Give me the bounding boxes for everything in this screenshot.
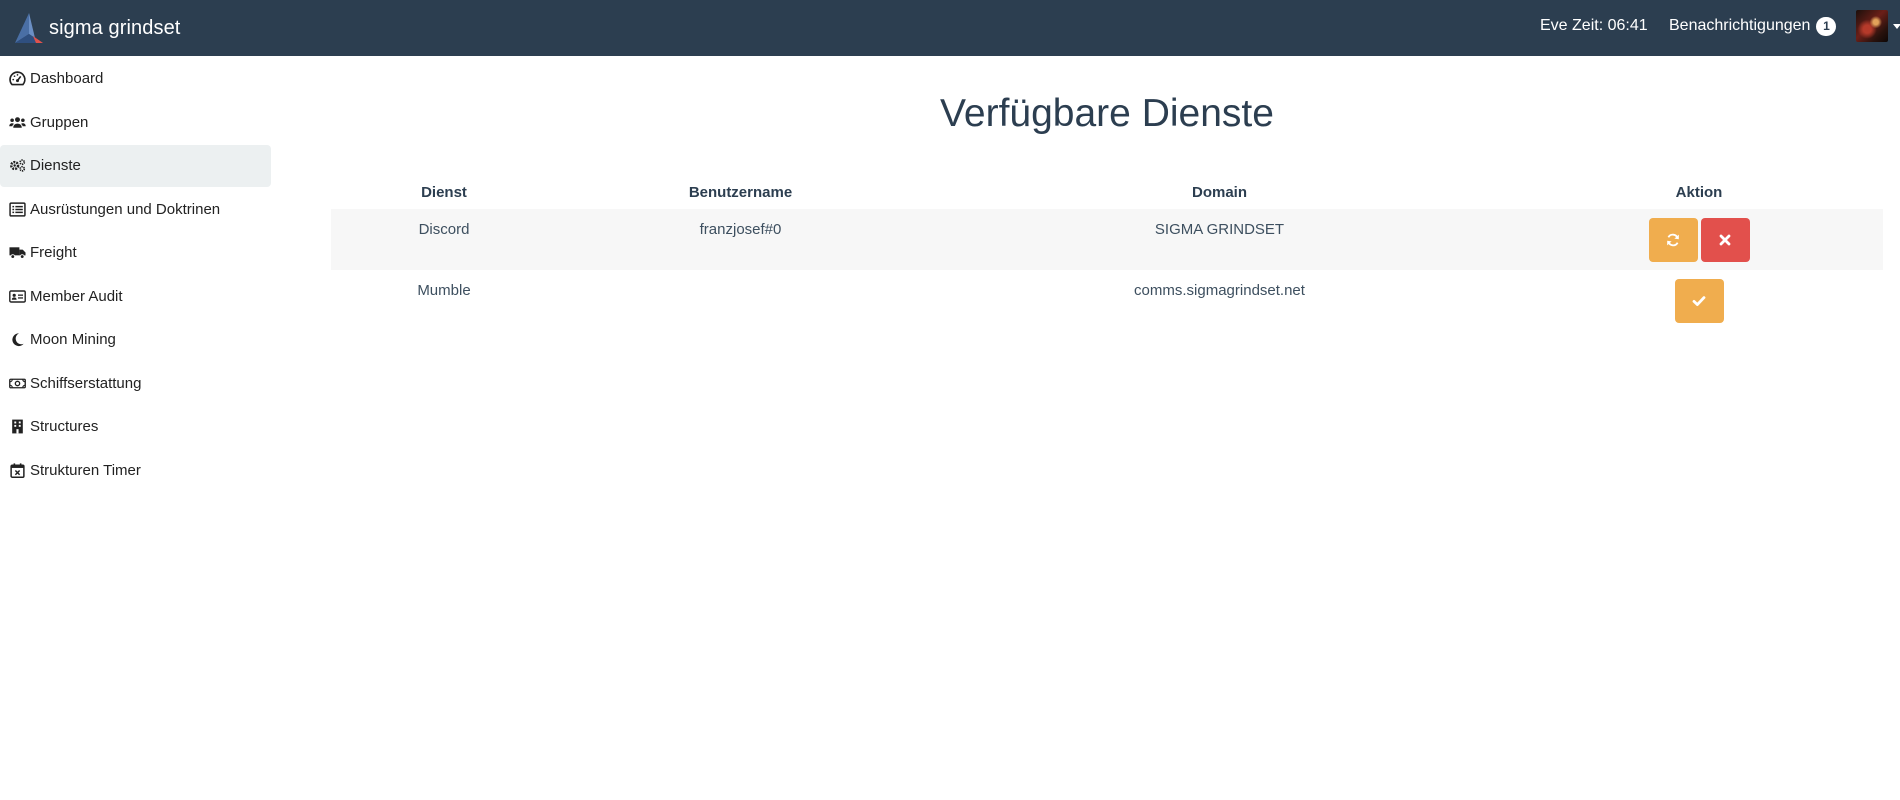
- sidebar-item-label: Ausrüstungen und Doktrinen: [30, 200, 221, 218]
- building-icon: [9, 419, 27, 435]
- brand-name: sigma grindset: [49, 16, 181, 39]
- sidebar-item-member-audit[interactable]: Member Audit: [0, 275, 271, 317]
- service-domain: SIGMA GRINDSET: [924, 209, 1515, 270]
- column-header-dienst: Dienst: [421, 183, 467, 201]
- sidebar-item-schiffserstattung[interactable]: Schiffserstattung: [0, 362, 271, 404]
- sidebar-item-freight[interactable]: Freight: [0, 232, 271, 274]
- column-header-domain: Domain: [1191, 183, 1247, 201]
- top-navbar: sigma grindset Eve Zeit: 06:41 Benachric…: [0, 0, 1900, 56]
- sidebar-item-label: Structures: [30, 418, 99, 435]
- sigma-logo-icon: [15, 13, 43, 43]
- refresh-discord-button[interactable]: [1648, 218, 1698, 262]
- table-row-mumble: Mumble comms.sigmagrindset.net: [331, 270, 1883, 331]
- money-bill-icon: [9, 375, 27, 391]
- sidebar-item-structures[interactable]: Structures: [0, 406, 271, 448]
- sidebar-item-label: Schiffserstattung: [30, 374, 142, 392]
- sidebar-item-dienste[interactable]: Dienste: [0, 144, 271, 187]
- notifications-link[interactable]: Benachrichtigungen 1: [1669, 16, 1837, 36]
- calendar-times-icon: [9, 462, 27, 478]
- truck-icon: [9, 245, 27, 261]
- column-header-aktion: Aktion: [1675, 183, 1723, 201]
- user-menu-dropdown[interactable]: [1856, 10, 1900, 42]
- sidebar-item-label: Dienste: [30, 157, 81, 174]
- sidebar-item-label: Gruppen: [30, 113, 89, 131]
- sidebar-item-strukturen-timer[interactable]: Strukturen Timer: [0, 449, 271, 491]
- tachometer-icon: [9, 71, 27, 87]
- eve-time: Eve Zeit: 06:41: [1540, 17, 1648, 34]
- table-header-row: Dienst Benutzername Domain Aktion: [331, 175, 1883, 209]
- list-icon: [9, 201, 27, 217]
- activate-mumble-button[interactable]: [1674, 279, 1724, 323]
- times-icon: [1719, 234, 1731, 246]
- sidebar-item-label: Member Audit: [30, 287, 123, 305]
- service-username: [557, 270, 924, 331]
- check-icon: [1692, 296, 1706, 306]
- cogs-icon: [9, 158, 27, 174]
- action-cell: [1515, 209, 1883, 270]
- notifications-badge: 1: [1816, 16, 1837, 36]
- sidebar-item-ausruestungen[interactable]: Ausrüstungen und Doktrinen: [0, 188, 271, 230]
- caret-down-icon: [1893, 24, 1900, 29]
- avatar: [1856, 10, 1888, 42]
- services-table: Dienst Benutzername Domain Aktion Discor…: [331, 175, 1883, 331]
- sidebar-item-dashboard[interactable]: Dashboard: [0, 58, 271, 100]
- table-row-discord: Discord franzjosef#0 SIGMA GRINDSET: [331, 209, 1883, 270]
- brand-link[interactable]: sigma grindset: [14, 12, 180, 44]
- refresh-icon: [1667, 233, 1679, 247]
- sidebar-item-label: Freight: [30, 244, 77, 261]
- notifications-label: Benachrichtigungen: [1669, 17, 1811, 34]
- id-card-icon: [9, 288, 27, 304]
- sidebar-item-label: Moon Mining: [30, 331, 116, 348]
- service-name: Mumble: [417, 282, 471, 299]
- moon-icon: [9, 332, 27, 348]
- sidebar-item-moon-mining[interactable]: Moon Mining: [0, 319, 271, 361]
- page-title: Verfügbare Dienste: [940, 92, 1274, 135]
- users-icon: [9, 114, 27, 130]
- sidebar-item-gruppen[interactable]: Gruppen: [0, 101, 271, 143]
- sidebar: Dashboard Gruppen Dienste Ausrüstungen u…: [0, 56, 280, 491]
- service-username: franzjosef#0: [557, 209, 924, 270]
- remove-discord-button[interactable]: [1700, 218, 1750, 262]
- sidebar-item-label: Dashboard: [30, 70, 104, 87]
- sidebar-item-label: Strukturen Timer: [30, 461, 141, 479]
- column-header-benutzername: Benutzername: [688, 183, 793, 201]
- action-cell: [1515, 270, 1883, 331]
- service-name: Discord: [331, 209, 557, 270]
- service-domain: comms.sigmagrindset.net: [1134, 282, 1305, 299]
